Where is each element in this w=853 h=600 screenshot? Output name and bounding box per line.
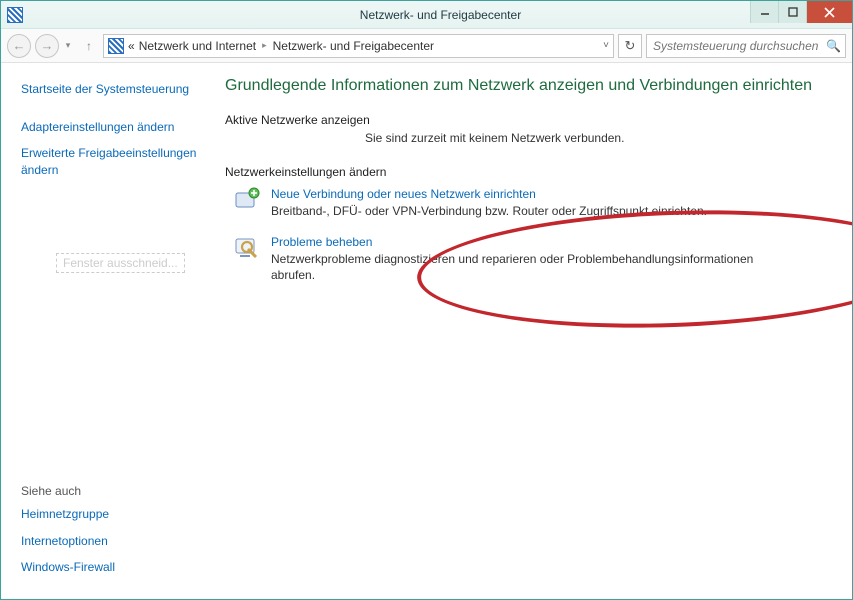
task-body: Neue Verbindung oder neues Netzwerk einr… <box>271 187 707 219</box>
task-body: Probleme beheben Netzwerkprobleme diagno… <box>271 235 771 283</box>
task-desc: Netzwerkprobleme diagnostizieren und rep… <box>271 251 771 283</box>
app-icon <box>7 7 23 23</box>
see-also-firewall[interactable]: Windows-Firewall <box>21 559 211 575</box>
up-icon: ↑ <box>86 39 92 53</box>
body: Startseite der Systemsteuerung Adapterei… <box>1 63 852 599</box>
refresh-button[interactable]: ↻ <box>618 34 642 58</box>
chevron-down-icon: ▾ <box>66 40 71 51</box>
search-box[interactable]: 🔍 <box>646 34 846 58</box>
close-icon <box>824 7 835 18</box>
breadcrumb-item[interactable]: Netzwerk und Internet <box>139 39 256 53</box>
troubleshoot-icon <box>233 235 261 283</box>
refresh-icon: ↻ <box>625 38 636 54</box>
search-icon: 🔍 <box>826 39 841 53</box>
back-button[interactable]: ← <box>7 34 31 58</box>
network-icon <box>108 38 124 54</box>
maximize-button[interactable] <box>778 1 806 23</box>
address-dropdown[interactable]: ˅ <box>603 40 609 51</box>
see-also-homegroup[interactable]: Heimnetzgruppe <box>21 506 211 522</box>
see-also-heading: Siehe auch <box>21 484 211 498</box>
forward-icon: → <box>41 38 54 53</box>
snipping-hint: Fenster ausschneid... <box>56 253 185 273</box>
setup-connection-icon <box>233 187 261 219</box>
task-desc: Breitband-, DFÜ- oder VPN-Verbindung bzw… <box>271 203 707 219</box>
sidebar-link-adapter[interactable]: Adaptereinstellungen ändern <box>21 119 211 135</box>
breadcrumb-chevrons: « <box>128 39 135 53</box>
network-status: Sie sind zurzeit mit keinem Netzwerk ver… <box>365 131 834 145</box>
address-bar[interactable]: « Netzwerk und Internet ▸ Netzwerk- und … <box>103 34 614 58</box>
task-troubleshoot[interactable]: Probleme beheben Netzwerkprobleme diagno… <box>233 235 834 283</box>
minimize-button[interactable] <box>750 1 778 23</box>
see-also-internet-options[interactable]: Internetoptionen <box>21 533 211 549</box>
sidebar-link-home[interactable]: Startseite der Systemsteuerung <box>21 81 211 97</box>
navbar: ← → ▾ ↑ « Netzwerk und Internet ▸ Netzwe… <box>1 29 852 63</box>
sidebar: Startseite der Systemsteuerung Adapterei… <box>1 63 221 599</box>
task-title[interactable]: Neue Verbindung oder neues Netzwerk einr… <box>271 187 707 201</box>
breadcrumb-item[interactable]: Netzwerk- und Freigabecenter <box>273 39 434 53</box>
window-title: Netzwerk- und Freigabecenter <box>29 8 852 22</box>
titlebar: Netzwerk- und Freigabecenter <box>1 1 852 29</box>
minimize-icon <box>760 7 770 17</box>
history-dropdown[interactable]: ▾ <box>61 40 75 51</box>
sidebar-link-sharing[interactable]: Erweiterte Freigabeeinstellungen ändern <box>21 145 211 177</box>
window-controls <box>750 1 852 23</box>
chevron-right-icon: ▸ <box>260 40 269 51</box>
up-button[interactable]: ↑ <box>79 36 99 56</box>
maximize-icon <box>788 7 798 17</box>
back-icon: ← <box>13 38 26 53</box>
close-button[interactable] <box>806 1 852 23</box>
task-title[interactable]: Probleme beheben <box>271 235 771 249</box>
change-settings-label: Netzwerkeinstellungen ändern <box>225 165 834 179</box>
active-networks-label: Aktive Netzwerke anzeigen <box>225 113 834 127</box>
page-heading: Grundlegende Informationen zum Netzwerk … <box>225 77 834 95</box>
forward-button[interactable]: → <box>35 34 59 58</box>
window: Netzwerk- und Freigabecenter ← → ▾ ↑ <box>0 0 853 600</box>
content: Grundlegende Informationen zum Netzwerk … <box>221 63 852 599</box>
task-setup-connection[interactable]: Neue Verbindung oder neues Netzwerk einr… <box>233 187 834 219</box>
search-input[interactable] <box>651 38 826 54</box>
